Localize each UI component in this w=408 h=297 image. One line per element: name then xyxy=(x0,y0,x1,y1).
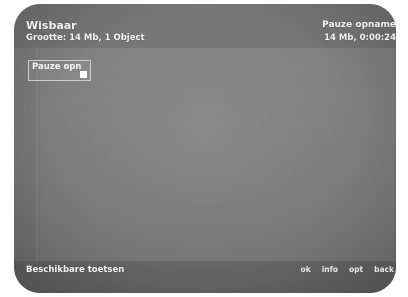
key-back[interactable]: back xyxy=(374,265,394,274)
recording-item[interactable]: Pauze opn xyxy=(28,60,91,81)
key-hints: ok info opt back xyxy=(301,265,394,274)
page-title: Wisbaar xyxy=(26,19,77,32)
key-info[interactable]: info xyxy=(322,265,338,274)
key-opt[interactable]: opt xyxy=(349,265,363,274)
size-info: Grootte: 14 Mb, 1 Object xyxy=(26,33,145,43)
key-ok[interactable]: ok xyxy=(301,265,311,274)
stop-square-icon xyxy=(80,71,87,78)
recording-item-label: Pauze opn xyxy=(32,62,82,72)
tv-screen xyxy=(14,4,396,293)
recording-title: Pauze opname xyxy=(322,20,396,30)
recording-info: 14 Mb, 0:00:24 xyxy=(324,33,396,43)
available-keys-label: Beschikbare toetsen xyxy=(26,265,125,275)
